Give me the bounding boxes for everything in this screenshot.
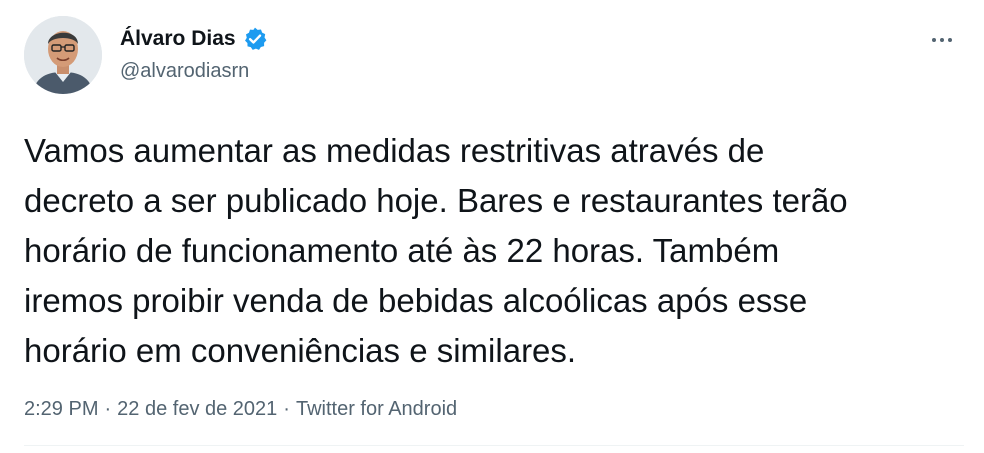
divider bbox=[24, 445, 964, 446]
tweet-time-link[interactable]: 2:29 PM bbox=[24, 396, 98, 422]
tweet-text: Vamos aumentar as medidas restritivas at… bbox=[24, 132, 848, 369]
author-avatar[interactable] bbox=[24, 16, 102, 94]
more-options-icon bbox=[932, 38, 952, 42]
author-display-name[interactable]: Álvaro Dias bbox=[120, 26, 236, 52]
more-options-button[interactable] bbox=[920, 22, 964, 58]
meta-separator: · bbox=[104, 398, 112, 420]
meta-separator: · bbox=[283, 398, 290, 420]
tweet-meta: 2:29 PM · 22 de fev de 2021 · Twitter fo… bbox=[24, 396, 457, 422]
tweet-date-link[interactable]: 22 de fev de 2021 bbox=[117, 396, 277, 422]
author-handle[interactable]: @alvarodiasrn bbox=[120, 58, 249, 84]
avatar-photo-icon bbox=[24, 16, 102, 94]
tweet-card: Álvaro Dias @alvarodiasrn Vamos aumentar… bbox=[0, 0, 984, 453]
tweet-source-link[interactable]: Twitter for Android bbox=[296, 396, 457, 422]
verified-badge-icon bbox=[242, 26, 268, 52]
author-name-row: Álvaro Dias bbox=[120, 26, 268, 52]
